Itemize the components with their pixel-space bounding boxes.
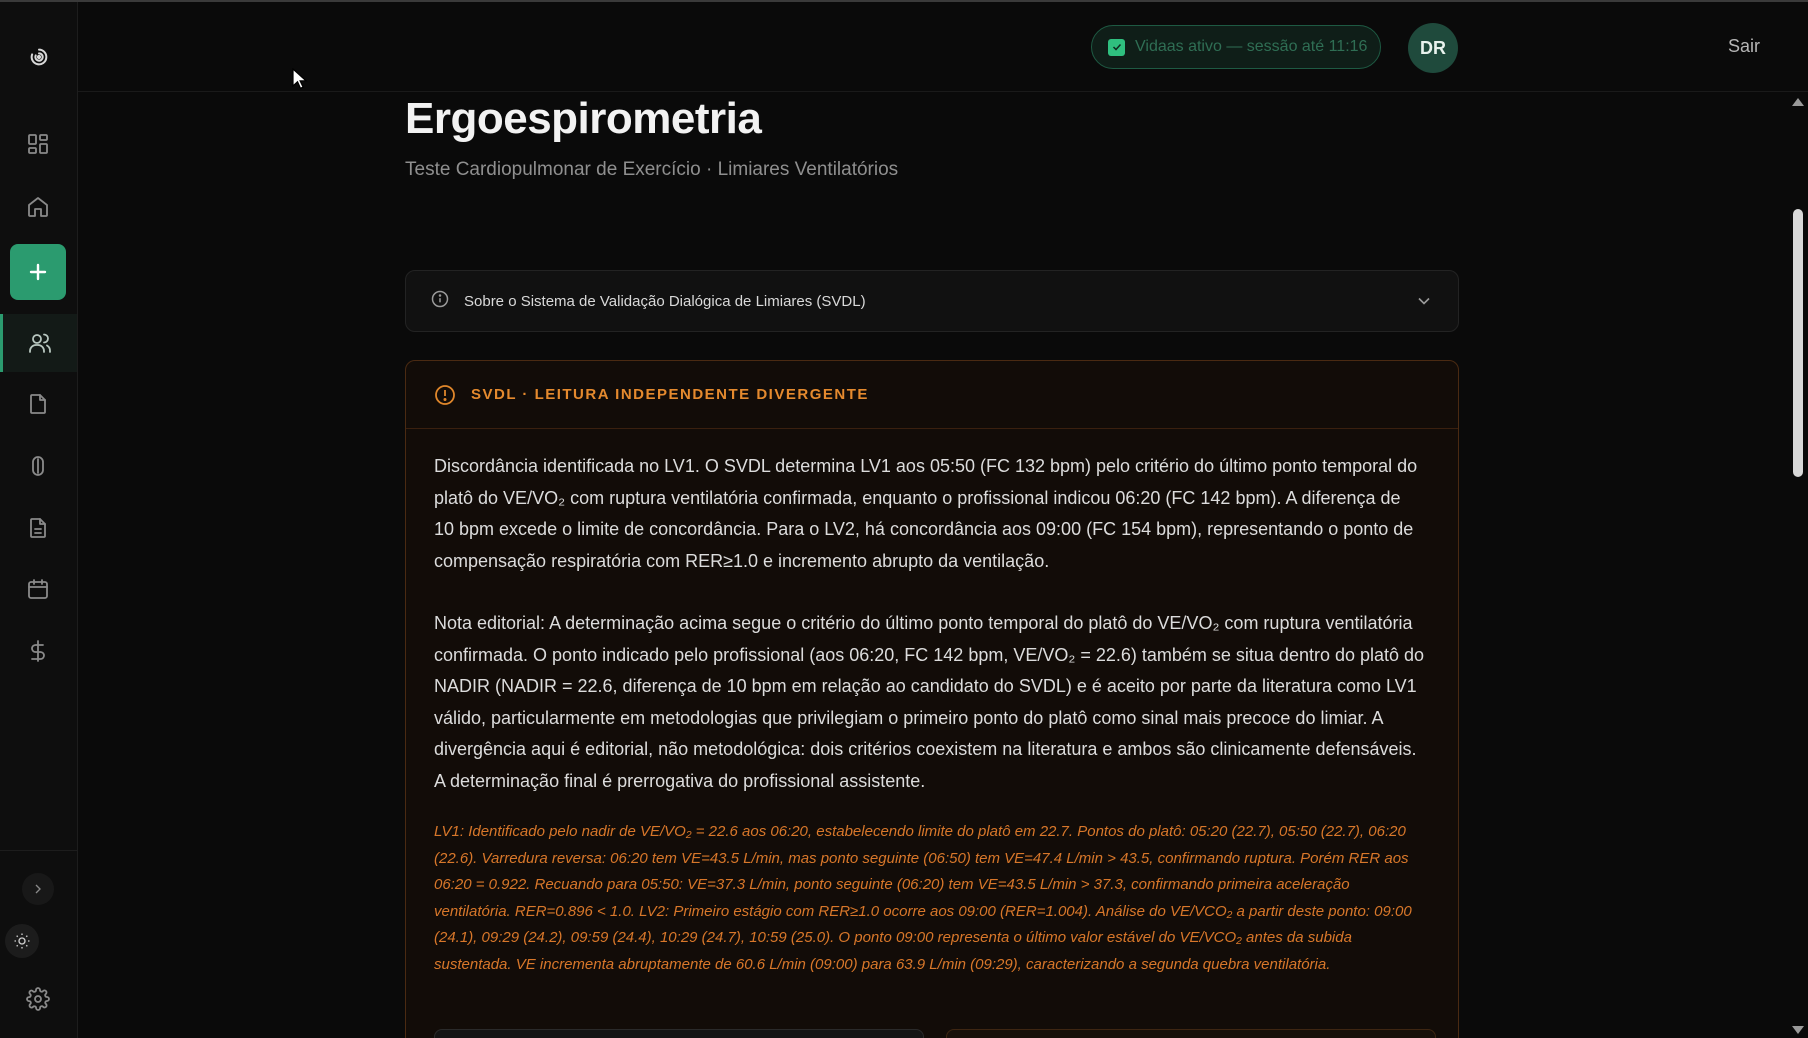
theme-toggle-button[interactable] xyxy=(5,924,39,958)
sidebar-item-dashboard[interactable] xyxy=(10,116,66,172)
sidebar-item-files[interactable] xyxy=(10,376,66,432)
plus-icon xyxy=(29,263,47,281)
sun-icon xyxy=(14,933,30,949)
file-icon xyxy=(30,394,46,414)
session-status-text: Vidaas ativo — sessão até 11:16 xyxy=(1135,38,1368,55)
alert-body: Discordância identificada no LV1. O SVDL… xyxy=(406,429,1458,978)
home-icon xyxy=(28,197,48,217)
sidebar-item-patients[interactable] xyxy=(0,314,77,372)
users-icon xyxy=(29,333,51,353)
sidebar-item-billing[interactable] xyxy=(10,623,66,679)
svdl-info-label: Sobre o Sistema de Validação Dialógica d… xyxy=(464,292,866,310)
svdl-info-accordion[interactable]: Sobre o Sistema de Validação Dialógica d… xyxy=(405,270,1459,332)
info-icon xyxy=(430,289,450,314)
alert-paragraph-2: Nota editorial: A determinação acima seg… xyxy=(434,613,1425,791)
app-logo[interactable] xyxy=(0,40,78,74)
document-icon xyxy=(30,518,46,538)
comparison-cards xyxy=(434,1029,1436,1038)
dollar-icon xyxy=(31,640,45,662)
scroll-up-arrow-icon[interactable] xyxy=(1792,98,1804,106)
scroll-down-arrow-icon[interactable] xyxy=(1792,1026,1804,1034)
alert-paragraph-1: Discordância identificada no LV1. O SVDL… xyxy=(434,456,1418,571)
alert-title: SVDL · LEITURA INDEPENDENTE DIVERGENTE xyxy=(471,386,869,403)
sidebar-item-reports[interactable] xyxy=(10,500,66,556)
comparison-card-svdl xyxy=(946,1029,1436,1038)
page-subtitle: Teste Cardiopulmonar de Exercício · Limi… xyxy=(405,159,899,180)
calendar-icon xyxy=(28,579,48,599)
logo-icon xyxy=(30,48,48,66)
app-window: Vidaas ativo — sessão até 11:16 DR Sair … xyxy=(0,0,1808,1038)
svdl-divergence-alert: SVDL · LEITURA INDEPENDENTE DIVERGENTE D… xyxy=(405,360,1459,1038)
alert-analysis-text: LV1: Identificado pelo nadir de VE/VO₂ =… xyxy=(434,823,1412,973)
alert-circle-icon xyxy=(435,384,455,405)
alert-header: SVDL · LEITURA INDEPENDENTE DIVERGENTE xyxy=(406,361,1458,429)
comparison-card-professional xyxy=(434,1029,924,1038)
sidebar-divider xyxy=(0,850,78,851)
top-bar: Vidaas ativo — sessão até 11:16 DR Sair xyxy=(78,2,1808,92)
grid-icon xyxy=(28,134,48,154)
chevron-down-icon xyxy=(1414,291,1434,316)
page-scrollbar[interactable] xyxy=(1788,92,1808,1038)
scrollbar-thumb[interactable] xyxy=(1793,209,1803,477)
sidebar-item-calendar[interactable] xyxy=(10,561,66,617)
page-title: Ergoespirometria xyxy=(405,94,762,143)
pill-icon xyxy=(32,456,44,476)
sidebar-item-settings[interactable] xyxy=(10,971,66,1027)
sidebar xyxy=(0,2,78,1038)
user-avatar[interactable]: DR xyxy=(1408,23,1458,73)
logout-button[interactable]: Sair xyxy=(1728,36,1760,57)
sidebar-item-home[interactable] xyxy=(10,179,66,235)
gear-icon xyxy=(26,987,50,1011)
sidebar-item-capsule[interactable] xyxy=(10,438,66,494)
check-icon xyxy=(1108,38,1125,56)
session-status-badge: Vidaas ativo — sessão até 11:16 xyxy=(1091,25,1381,69)
sidebar-item-new[interactable] xyxy=(10,244,66,300)
sidebar-expand-button[interactable] xyxy=(22,873,54,905)
chevron-right-icon xyxy=(35,884,41,894)
